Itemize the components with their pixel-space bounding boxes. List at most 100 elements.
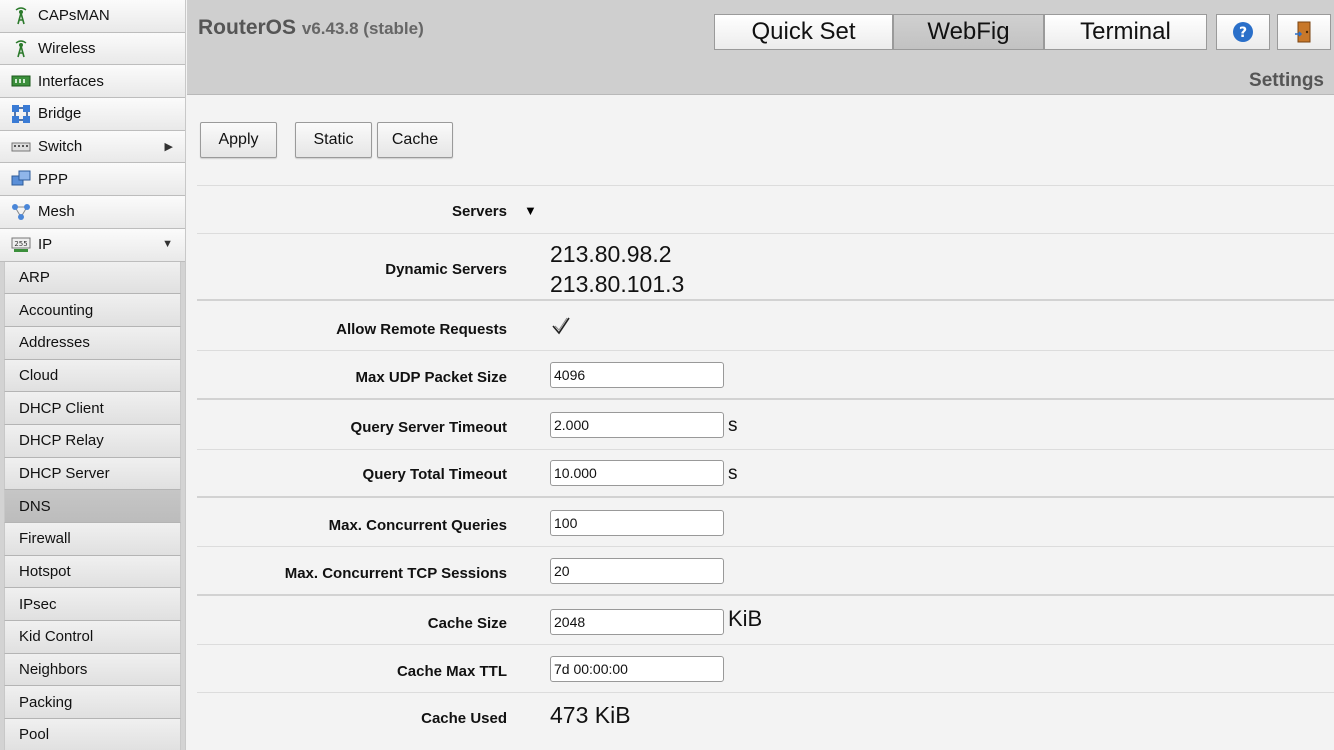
submenu-item-label: Hotspot [19, 563, 71, 581]
tab-label: WebFig [927, 18, 1010, 45]
dynamic-servers-row: Dynamic Servers 213.80.98.2 213.80.101.3 [197, 233, 1334, 299]
version-label: v6.43.8 (stable) [301, 19, 424, 38]
tab-webfig[interactable]: WebFig [893, 14, 1044, 50]
cache-button[interactable]: Cache [377, 122, 453, 158]
dynamic-server-1: 213.80.98.2 [550, 241, 672, 267]
ip-submenu: ARP Accounting Addresses Cloud DHCP Clie… [0, 261, 185, 750]
sidebar-item-wireless[interactable]: Wireless [0, 32, 185, 66]
submenu-item-addresses[interactable]: Addresses [4, 326, 181, 360]
submenu-item-label: DHCP Relay [19, 432, 104, 450]
allow-remote-requests-checkbox[interactable] [550, 315, 572, 337]
query-total-timeout-input[interactable] [550, 460, 724, 486]
sidebar-item-label: CAPsMAN [38, 7, 110, 25]
max-udp-packet-size-input[interactable] [550, 362, 724, 388]
sidebar-item-switch[interactable]: Switch ▶ [0, 130, 185, 164]
cache-size-input[interactable] [550, 609, 724, 635]
help-icon: ? [1233, 22, 1253, 42]
servers-expand-icon[interactable]: ▼ [524, 203, 537, 218]
submenu-item-label: ARP [19, 268, 50, 286]
logout-button[interactable] [1277, 14, 1331, 50]
query-server-timeout-unit: s [728, 415, 738, 436]
product-name: RouterOS [198, 16, 297, 39]
submenu-item-arp[interactable]: ARP [4, 261, 181, 295]
help-button[interactable]: ? [1216, 14, 1270, 50]
submenu-item-dhcp-client[interactable]: DHCP Client [4, 392, 181, 425]
submenu-item-label: Pool [19, 726, 50, 744]
submenu-item-ipsec[interactable]: IPsec [4, 588, 181, 622]
servers-label: Servers [451, 203, 507, 220]
sidebar-item-label: Switch [38, 138, 83, 156]
sidebar-item-mesh[interactable]: Mesh [0, 196, 185, 229]
svg-text:?: ? [1239, 25, 1247, 41]
submenu-item-label: Addresses [19, 334, 90, 352]
apply-button[interactable]: Apply [200, 122, 277, 158]
query-server-timeout-label: Query Server Timeout [350, 419, 507, 436]
submenu-item-dhcp-server[interactable]: DHCP Server [4, 457, 181, 491]
sidebar-item-ip[interactable]: 255 IP ▼ [0, 228, 185, 262]
ip-icon: 255 [10, 236, 32, 254]
logout-icon [1295, 21, 1311, 43]
chevron-right-icon: ▶ [164, 140, 173, 153]
static-button[interactable]: Static [295, 122, 372, 158]
query-total-timeout-row: Query Total Timeout s [197, 449, 1334, 496]
header: RouterOS v6.43.8 (stable) Quick Set WebF… [187, 0, 1334, 95]
sidebar-item-capsman[interactable]: CAPsMAN [0, 0, 185, 33]
max-concurrent-queries-label: Max. Concurrent Queries [328, 517, 507, 534]
submenu-item-label: Accounting [19, 301, 94, 319]
submenu-item-label: Cloud [19, 366, 59, 384]
submenu-item-kid-control[interactable]: Kid Control [4, 621, 181, 654]
submenu-item-accounting[interactable]: Accounting [4, 294, 181, 327]
cache-size-unit: KiB [728, 606, 763, 631]
tab-label: Quick Set [751, 18, 856, 45]
dns-settings-form: Apply Static Cache Servers ▼ Dynamic Ser… [187, 96, 1334, 750]
max-udp-packet-size-label: Max UDP Packet Size [355, 369, 507, 386]
max-udp-packet-size-row: Max UDP Packet Size [197, 350, 1334, 398]
query-total-timeout-label: Query Total Timeout [362, 466, 507, 483]
submenu-item-label: Firewall [19, 530, 71, 548]
submenu-item-label: Kid Control [19, 628, 94, 646]
sidebar-item-label: Mesh [38, 203, 75, 221]
svg-text:255: 255 [14, 240, 27, 248]
max-concurrent-tcp-sessions-row: Max. Concurrent TCP Sessions [197, 546, 1334, 594]
tab-terminal[interactable]: Terminal [1044, 14, 1207, 50]
submenu-item-label: DNS [19, 497, 51, 515]
ppp-icon [10, 170, 32, 188]
submenu-item-packing[interactable]: Packing [4, 686, 181, 720]
submenu-item-dns[interactable]: DNS [4, 490, 181, 523]
submenu-item-neighbors[interactable]: Neighbors [4, 653, 181, 687]
sidebar-item-bridge[interactable]: Bridge [0, 98, 185, 131]
mode-tabs: Quick Set WebFig Terminal [714, 14, 1207, 50]
query-total-timeout-unit: s [728, 463, 738, 484]
tab-quick-set[interactable]: Quick Set [714, 14, 893, 50]
allow-remote-requests-row: Allow Remote Requests [197, 299, 1334, 350]
bridge-icon [10, 104, 32, 123]
sidebar-item-label: PPP [38, 170, 69, 188]
max-concurrent-queries-input[interactable] [550, 510, 724, 536]
checkmark-icon [552, 317, 570, 335]
cache-size-label: Cache Size [427, 615, 507, 632]
submenu-item-hotspot[interactable]: Hotspot [4, 555, 181, 589]
submenu-item-label: Packing [19, 693, 73, 711]
query-server-timeout-input[interactable] [550, 412, 724, 438]
dynamic-servers-label: Dynamic Servers [385, 261, 507, 278]
cache-max-ttl-label: Cache Max TTL [396, 663, 507, 680]
dynamic-servers-value: 213.80.98.2 213.80.101.3 [550, 239, 684, 299]
submenu-item-pool[interactable]: Pool [4, 719, 181, 750]
wireless-icon [10, 39, 32, 58]
submenu-item-label: DHCP Client [19, 399, 104, 417]
chevron-down-icon: ▼ [162, 237, 173, 250]
submenu-item-label: DHCP Server [19, 464, 110, 482]
cache-max-ttl-row: Cache Max TTL [197, 644, 1334, 692]
query-server-timeout-row: Query Server Timeout s [197, 398, 1334, 449]
max-concurrent-tcp-sessions-input[interactable] [550, 558, 724, 584]
submenu-item-dhcp-relay[interactable]: DHCP Relay [4, 424, 181, 458]
tab-label: Terminal [1080, 18, 1171, 45]
cache-max-ttl-input[interactable] [550, 656, 724, 682]
sidebar-item-ppp[interactable]: PPP [0, 163, 185, 197]
submenu-item-label: Neighbors [19, 661, 88, 679]
interfaces-icon [10, 72, 32, 90]
submenu-item-cloud[interactable]: Cloud [4, 359, 181, 393]
sidebar-item-interfaces[interactable]: Interfaces [0, 65, 185, 99]
submenu-item-firewall[interactable]: Firewall [4, 523, 181, 556]
dynamic-server-2: 213.80.101.3 [550, 271, 685, 297]
